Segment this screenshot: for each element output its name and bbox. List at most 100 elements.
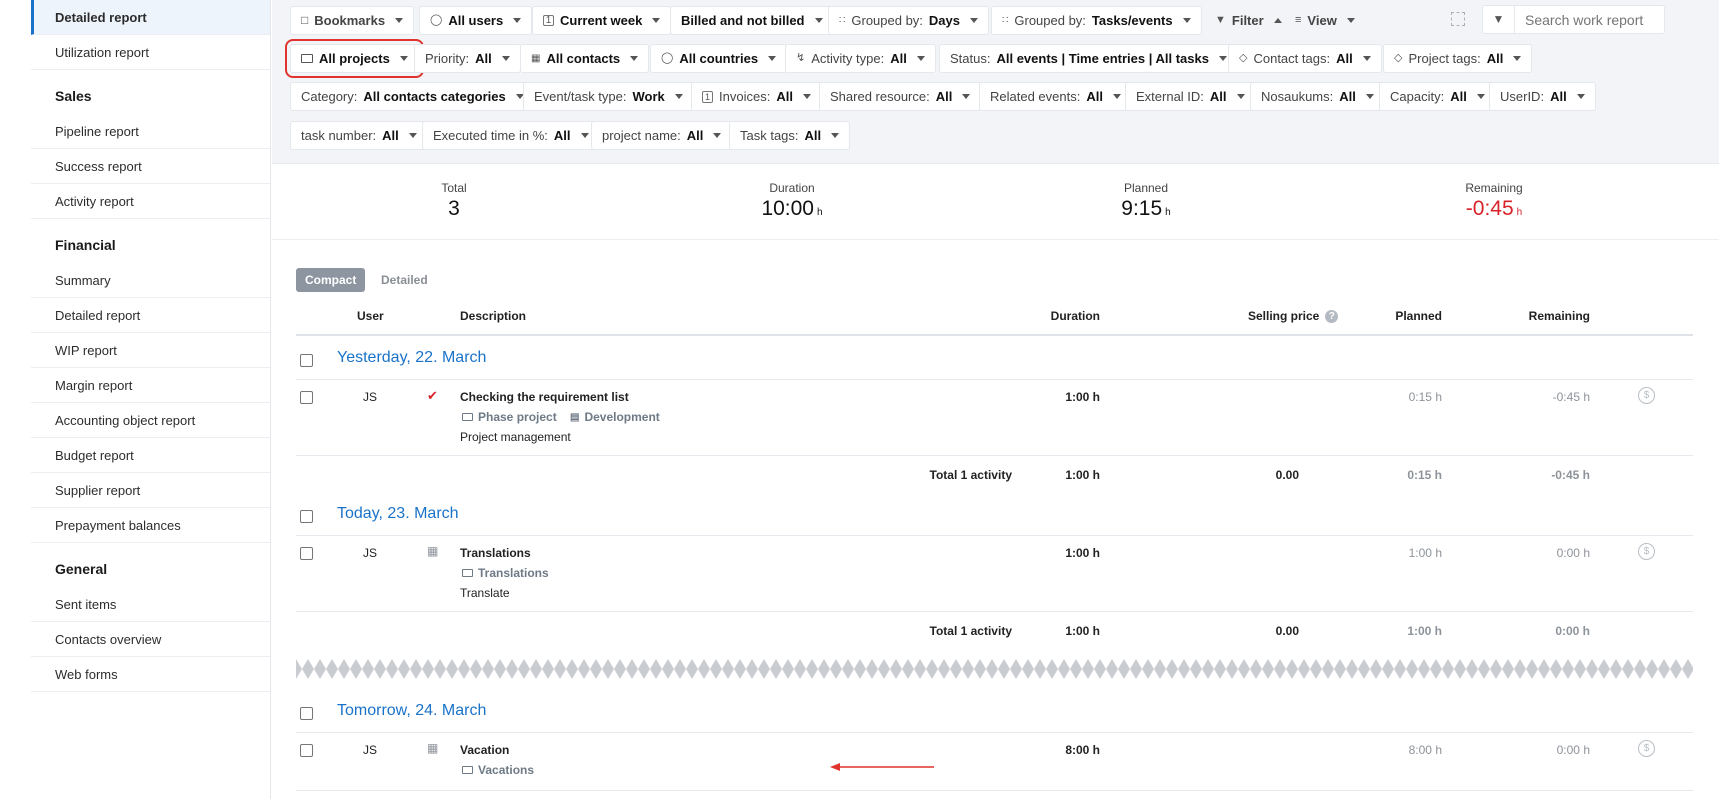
project-name-dropdown[interactable]: project name: All — [591, 121, 733, 150]
torn-edge-divider — [296, 659, 1693, 679]
shared-resource-dropdown[interactable]: Shared resource: All — [819, 82, 982, 111]
view-dropdown[interactable]: ≡ View — [1284, 6, 1366, 35]
sidebar-item-detailed-report[interactable]: Detailed report — [31, 0, 270, 35]
task-tags-dropdown[interactable]: Task tags: All — [729, 121, 851, 150]
task-number-value: All — [382, 128, 399, 143]
users-dropdown[interactable]: ◯ All users — [419, 6, 533, 35]
checkmark-icon: ✔ — [427, 388, 438, 403]
date-group-heading[interactable]: Today, 23. March — [337, 505, 459, 523]
nosaukums-dropdown[interactable]: Nosaukums: All — [1250, 82, 1385, 111]
dollar-icon[interactable]: $ — [1638, 740, 1655, 757]
date-group-heading[interactable]: Yesterday, 22. March — [337, 349, 486, 367]
row-phase-link[interactable]: ▤ Development — [570, 410, 660, 424]
search-input[interactable] — [1515, 5, 1665, 34]
row-title[interactable]: Translations — [460, 546, 531, 560]
executed-time-dropdown[interactable]: Executed time in %: All — [422, 121, 600, 150]
task-number-dropdown[interactable]: task number: All — [290, 121, 428, 150]
contacts-dropdown[interactable]: ▦ All contacts — [520, 44, 650, 73]
row-title[interactable]: Vacation — [460, 743, 509, 757]
sidebar-item-sent-items[interactable]: Sent items — [31, 587, 270, 622]
project-name-prefix: project name: — [602, 128, 681, 143]
chevron-down-icon — [674, 94, 683, 99]
detailed-toggle[interactable]: Detailed — [372, 268, 437, 292]
search-filter-icon[interactable]: ▼ — [1482, 5, 1515, 34]
sidebar-item-financial-detailed-report[interactable]: Detailed report — [31, 298, 270, 333]
row-project-link[interactable]: Vacations — [462, 763, 534, 777]
userid-prefix: UserID: — [1500, 89, 1545, 104]
status-dropdown[interactable]: Status: All events | Time entries | All … — [939, 44, 1238, 73]
filter-bar: □ Bookmarks ◯ All users 1 Current week B… — [272, 0, 1719, 164]
sidebar-item-budget-report[interactable]: Budget report — [31, 438, 270, 473]
col-header-description[interactable]: Description — [460, 309, 526, 323]
group-checkbox[interactable] — [300, 707, 313, 720]
activity-type-dropdown[interactable]: ↯ Activity type: All — [785, 44, 936, 73]
category-dropdown[interactable]: Category: All contacts categories — [290, 82, 535, 111]
capacity-dropdown[interactable]: Capacity: All — [1379, 82, 1496, 111]
sidebar-item-success-report[interactable]: Success report — [31, 149, 270, 184]
event-type-dropdown[interactable]: Event/task type: Work — [523, 82, 694, 111]
briefcase-icon — [462, 766, 473, 774]
userid-dropdown[interactable]: UserID: All — [1489, 82, 1596, 111]
priority-prefix: Priority: — [425, 51, 470, 66]
date-group-heading[interactable]: Tomorrow, 24. March — [337, 702, 486, 720]
group-checkbox[interactable] — [300, 354, 313, 367]
funnel-icon: ▼ — [1215, 14, 1226, 26]
sidebar-item-prepayment-balances[interactable]: Prepayment balances — [31, 508, 270, 543]
external-prefix: External ID: — [1136, 89, 1204, 104]
building-icon: ▦ — [531, 53, 541, 64]
grid-icon: ∷ — [1002, 15, 1009, 26]
row-title[interactable]: Checking the requirement list — [460, 390, 629, 404]
row-checkbox[interactable] — [300, 744, 313, 757]
compact-toggle[interactable]: Compact — [296, 268, 366, 292]
group-checkbox[interactable] — [300, 510, 313, 523]
category-value: All contacts categories — [363, 89, 506, 104]
related-events-dropdown[interactable]: Related events: All — [979, 82, 1132, 111]
phase-icon: ▤ — [570, 411, 580, 423]
sidebar-item-margin-report[interactable]: Margin report — [31, 368, 270, 403]
sidebar-item-accounting-object-report[interactable]: Accounting object report — [31, 403, 270, 438]
col-header-selling-price[interactable]: Selling price — [1248, 309, 1319, 323]
countries-dropdown[interactable]: ◯ All countries — [650, 44, 788, 73]
fullscreen-icon[interactable] — [1451, 12, 1465, 26]
row-checkbox[interactable] — [300, 391, 313, 404]
filter-toggle[interactable]: ▼ Filter — [1204, 6, 1293, 35]
col-header-duration[interactable]: Duration — [1010, 309, 1100, 323]
summary-total: Total 3 — [424, 181, 484, 221]
dollar-icon[interactable]: $ — [1638, 387, 1655, 404]
projects-dropdown[interactable]: All projects — [285, 39, 424, 78]
sidebar-item-wip-report[interactable]: WIP report — [31, 333, 270, 368]
row-checkbox[interactable] — [300, 547, 313, 560]
row-project-link[interactable]: Translations — [462, 566, 549, 580]
sidebar-item-web-forms[interactable]: Web forms — [31, 657, 270, 692]
col-header-planned[interactable]: Planned — [1332, 309, 1442, 323]
sidebar-item-contacts-overview[interactable]: Contacts overview — [31, 622, 270, 657]
contact-tags-dropdown[interactable]: ◇ Contact tags: All — [1228, 44, 1382, 73]
external-id-dropdown[interactable]: External ID: All — [1125, 82, 1256, 111]
sidebar-item-utilization-report[interactable]: Utilization report — [31, 35, 270, 70]
row-divider — [296, 732, 1693, 733]
row-remaining: 0:00 h — [1556, 743, 1590, 757]
chevron-down-icon — [501, 56, 510, 61]
col-header-user[interactable]: User — [357, 309, 384, 323]
row-remaining: -0:45 h — [1552, 390, 1590, 404]
priority-dropdown[interactable]: Priority: All — [414, 44, 521, 73]
group-days-dropdown[interactable]: ∷ Grouped by: Days — [828, 6, 989, 35]
billing-dropdown[interactable]: Billed and not billed — [670, 6, 834, 35]
invoices-dropdown[interactable]: 1 Invoices: All — [691, 82, 822, 111]
userid-value: All — [1550, 89, 1567, 104]
sidebar-item-summary[interactable]: Summary — [31, 263, 270, 298]
sidebar-item-supplier-report[interactable]: Supplier report — [31, 473, 270, 508]
row-user: JS — [363, 743, 378, 757]
period-dropdown[interactable]: 1 Current week — [532, 6, 672, 35]
sidebar-item-pipeline-report[interactable]: Pipeline report — [31, 114, 270, 149]
bookmarks-dropdown[interactable]: □ Bookmarks — [290, 6, 415, 35]
dollar-icon[interactable]: $ — [1638, 543, 1655, 560]
group-tasks-dropdown[interactable]: ∷ Grouped by: Tasks/events — [991, 6, 1202, 35]
group-tasks-value: Tasks/events — [1091, 13, 1173, 28]
chevron-down-icon — [1112, 94, 1121, 99]
col-header-remaining[interactable]: Remaining — [1482, 309, 1590, 323]
project-tags-dropdown[interactable]: ◇ Project tags: All — [1383, 44, 1533, 73]
row-project-link[interactable]: Phase project — [462, 410, 557, 424]
sidebar-item-activity-report[interactable]: Activity report — [31, 184, 270, 219]
row-divider — [296, 611, 1693, 612]
